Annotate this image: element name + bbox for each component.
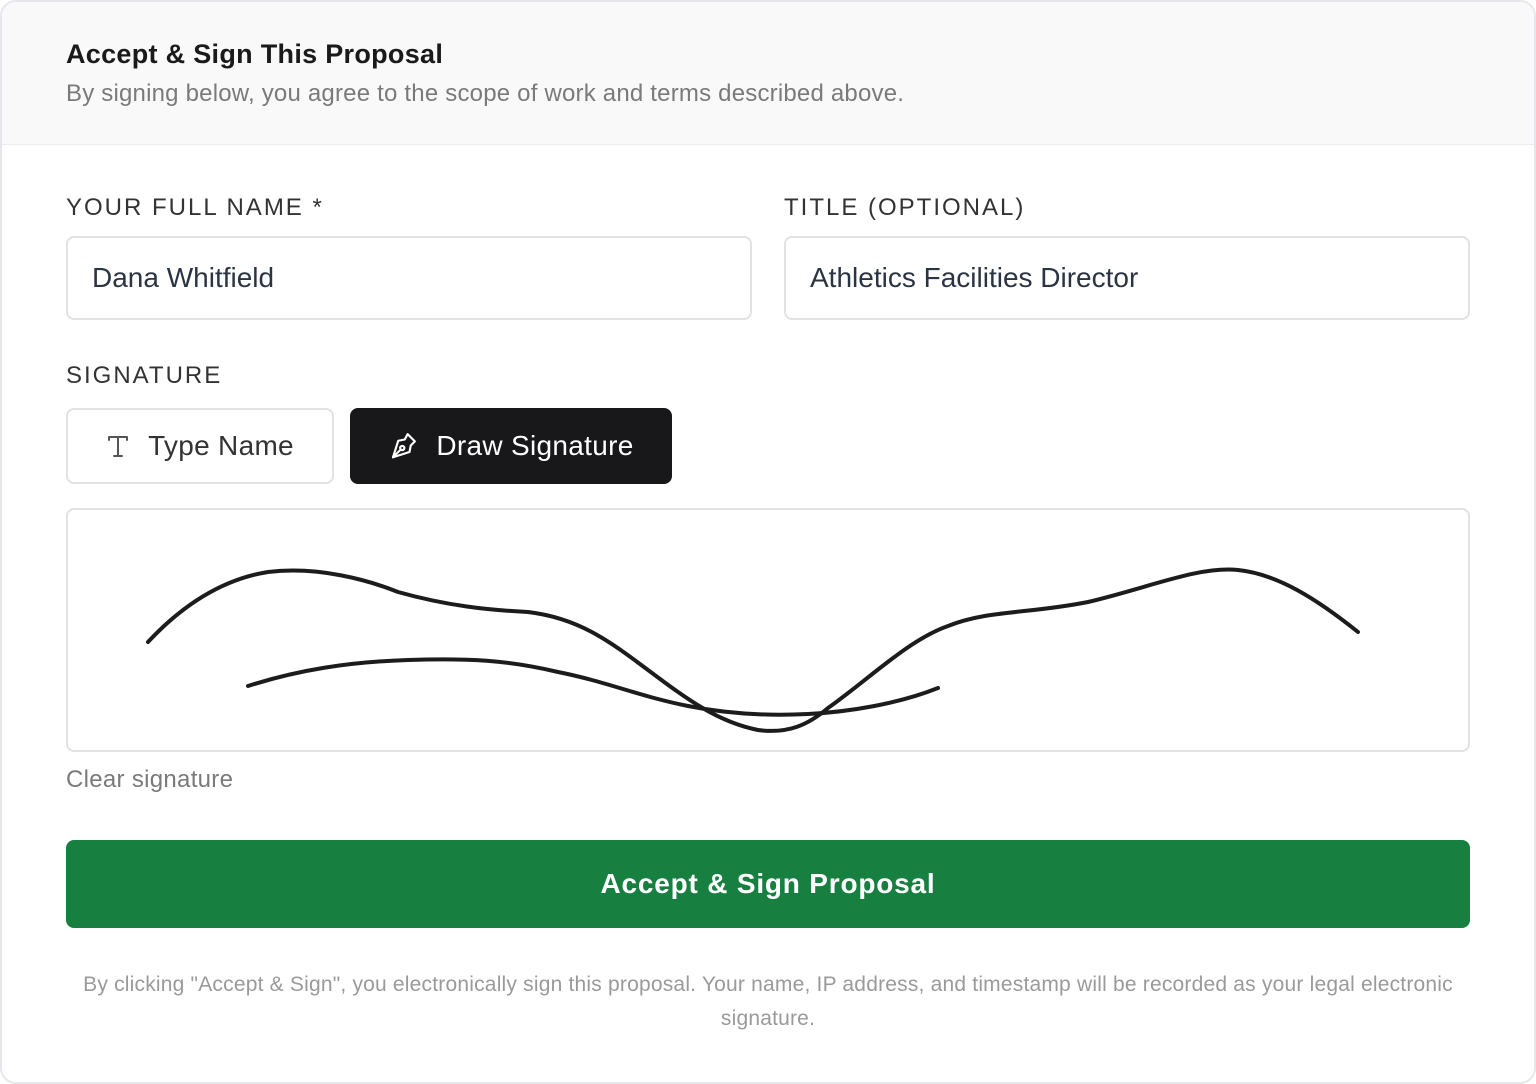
type-name-label: Type Name	[148, 430, 294, 461]
title-input[interactable]	[784, 236, 1470, 320]
card-title: Accept & Sign This Proposal	[66, 39, 444, 69]
signature-card: Accept & Sign This Proposal By signing b…	[0, 0, 1536, 1084]
signature-canvas[interactable]	[68, 510, 1468, 750]
text-type-icon	[106, 433, 130, 459]
signature-pad[interactable]	[66, 508, 1470, 752]
pen-nib-icon	[388, 431, 418, 461]
type-name-button[interactable]: Type Name	[66, 408, 334, 484]
clear-signature-link[interactable]: Clear signature	[66, 766, 233, 794]
draw-signature-label: Draw Signature	[436, 430, 634, 461]
card-header: Accept & Sign This Proposal By signing b…	[2, 2, 1534, 145]
full-name-input[interactable]	[66, 236, 752, 320]
title-label: TITLE (OPTIONAL)	[784, 194, 1026, 221]
full-name-label: YOUR FULL NAME *	[66, 194, 324, 221]
legal-disclaimer: By clicking "Accept & Sign", you electro…	[83, 973, 1453, 1030]
accept-sign-button[interactable]: Accept & Sign Proposal	[66, 840, 1470, 928]
card-subtitle: By signing below, you agree to the scope…	[66, 80, 905, 107]
draw-signature-button[interactable]: Draw Signature	[350, 408, 672, 484]
signature-stroke	[146, 567, 1360, 733]
signature-label: SIGNATURE	[66, 362, 223, 389]
signature-stroke	[246, 657, 940, 717]
